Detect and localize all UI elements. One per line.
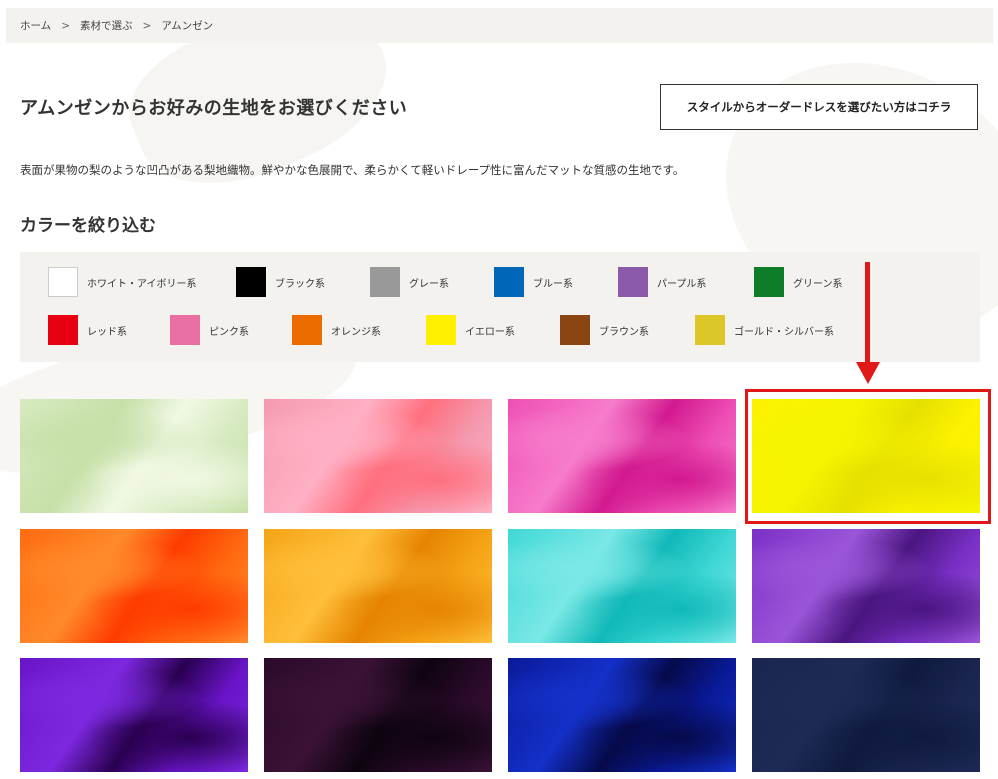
color-swatch bbox=[618, 267, 648, 297]
color-filter-option[interactable]: ブラウン系 bbox=[560, 315, 649, 345]
fabric-thumbnail-royal-blue[interactable] bbox=[508, 658, 736, 772]
color-filter-option[interactable]: グリーン系 bbox=[754, 267, 843, 297]
breadcrumb-current: アムンゼン bbox=[161, 20, 214, 32]
fabric-thumbnail-dark-plum[interactable] bbox=[264, 658, 492, 772]
color-swatch bbox=[48, 267, 78, 297]
color-swatch bbox=[370, 267, 400, 297]
color-swatch bbox=[426, 315, 456, 345]
color-swatch bbox=[494, 267, 524, 297]
color-swatch bbox=[695, 315, 725, 345]
fabric-thumbnail-violet[interactable] bbox=[752, 529, 980, 643]
color-swatch bbox=[48, 315, 78, 345]
color-filter-label: グレー系 bbox=[409, 278, 449, 290]
color-swatch bbox=[292, 315, 322, 345]
color-filter-panel: ホワイト・アイボリー系 ブラック系 グレー系 ブルー系 パープル系 グリーン系レッド系 ピン… bbox=[20, 252, 980, 362]
color-filter-label: ピンク系 bbox=[209, 326, 249, 338]
color-swatch bbox=[236, 267, 266, 297]
color-filter-label: イエロー系 bbox=[465, 326, 515, 338]
color-filter-option[interactable]: ゴールド・シルバー系 bbox=[695, 315, 834, 345]
color-filter-label: オレンジ系 bbox=[331, 326, 381, 338]
color-filter-option[interactable]: ホワイト・アイボリー系 bbox=[48, 267, 197, 297]
breadcrumb-separator: > bbox=[61, 19, 70, 32]
color-swatch bbox=[560, 315, 590, 345]
breadcrumb-home-link[interactable]: ホーム bbox=[20, 18, 51, 33]
color-filter-label: ゴールド・シルバー系 bbox=[734, 326, 834, 338]
page-title: アムンゼンからお好みの生地をお選びください bbox=[20, 98, 408, 119]
color-filter-label: ブルー系 bbox=[533, 278, 573, 290]
fabric-thumbnail-orange[interactable] bbox=[20, 529, 248, 643]
order-by-style-button[interactable]: スタイルからオーダードレスを選びたい方はコチラ bbox=[660, 84, 978, 130]
color-filter-option[interactable]: ブラック系 bbox=[236, 267, 325, 297]
color-filter-option[interactable]: パープル系 bbox=[618, 267, 706, 297]
fabric-thumbnail-pink[interactable] bbox=[264, 399, 492, 513]
fabric-thumbnail-yellow[interactable] bbox=[752, 399, 980, 513]
color-filter-label: ホワイト・アイボリー系 bbox=[87, 278, 197, 290]
fabric-thumbnail-turquoise[interactable] bbox=[508, 529, 736, 643]
fabric-thumbnail-navy[interactable] bbox=[752, 658, 980, 772]
color-filter-label: レッド系 bbox=[87, 326, 127, 338]
color-filter-option[interactable]: ブルー系 bbox=[494, 267, 573, 297]
color-filter-heading: カラーを絞り込む bbox=[20, 216, 156, 236]
color-filter-option[interactable]: ピンク系 bbox=[170, 315, 249, 345]
fabric-thumbnail-amber[interactable] bbox=[264, 529, 492, 643]
color-filter-label: ブラウン系 bbox=[599, 326, 649, 338]
breadcrumb-category-link[interactable]: 素材で選ぶ bbox=[80, 18, 133, 33]
color-swatch bbox=[170, 315, 200, 345]
color-filter-option[interactable]: グレー系 bbox=[370, 267, 449, 297]
fabric-thumbnail-light-green[interactable] bbox=[20, 399, 248, 513]
color-filter-label: ブラック系 bbox=[275, 278, 325, 290]
color-filter-label: パープル系 bbox=[657, 278, 707, 290]
breadcrumb-separator: > bbox=[142, 19, 152, 32]
color-filter-label: グリーン系 bbox=[793, 278, 843, 290]
material-description: 表面が果物の梨のような凹凸がある梨地織物。鮮やかな色展開で、柔らかくて軽いドレー… bbox=[20, 163, 685, 177]
color-filter-option[interactable]: オレンジ系 bbox=[292, 315, 381, 345]
down-arrow-icon bbox=[856, 262, 880, 386]
fabric-thumbnail-purple[interactable] bbox=[20, 658, 248, 772]
fabric-thumbnail-magenta[interactable] bbox=[508, 399, 736, 513]
breadcrumb: ホーム > 素材で選ぶ > アムンゼン bbox=[6, 8, 993, 43]
color-swatch bbox=[754, 267, 784, 297]
color-filter-option[interactable]: イエロー系 bbox=[426, 315, 515, 345]
color-filter-option[interactable]: レッド系 bbox=[48, 315, 127, 345]
